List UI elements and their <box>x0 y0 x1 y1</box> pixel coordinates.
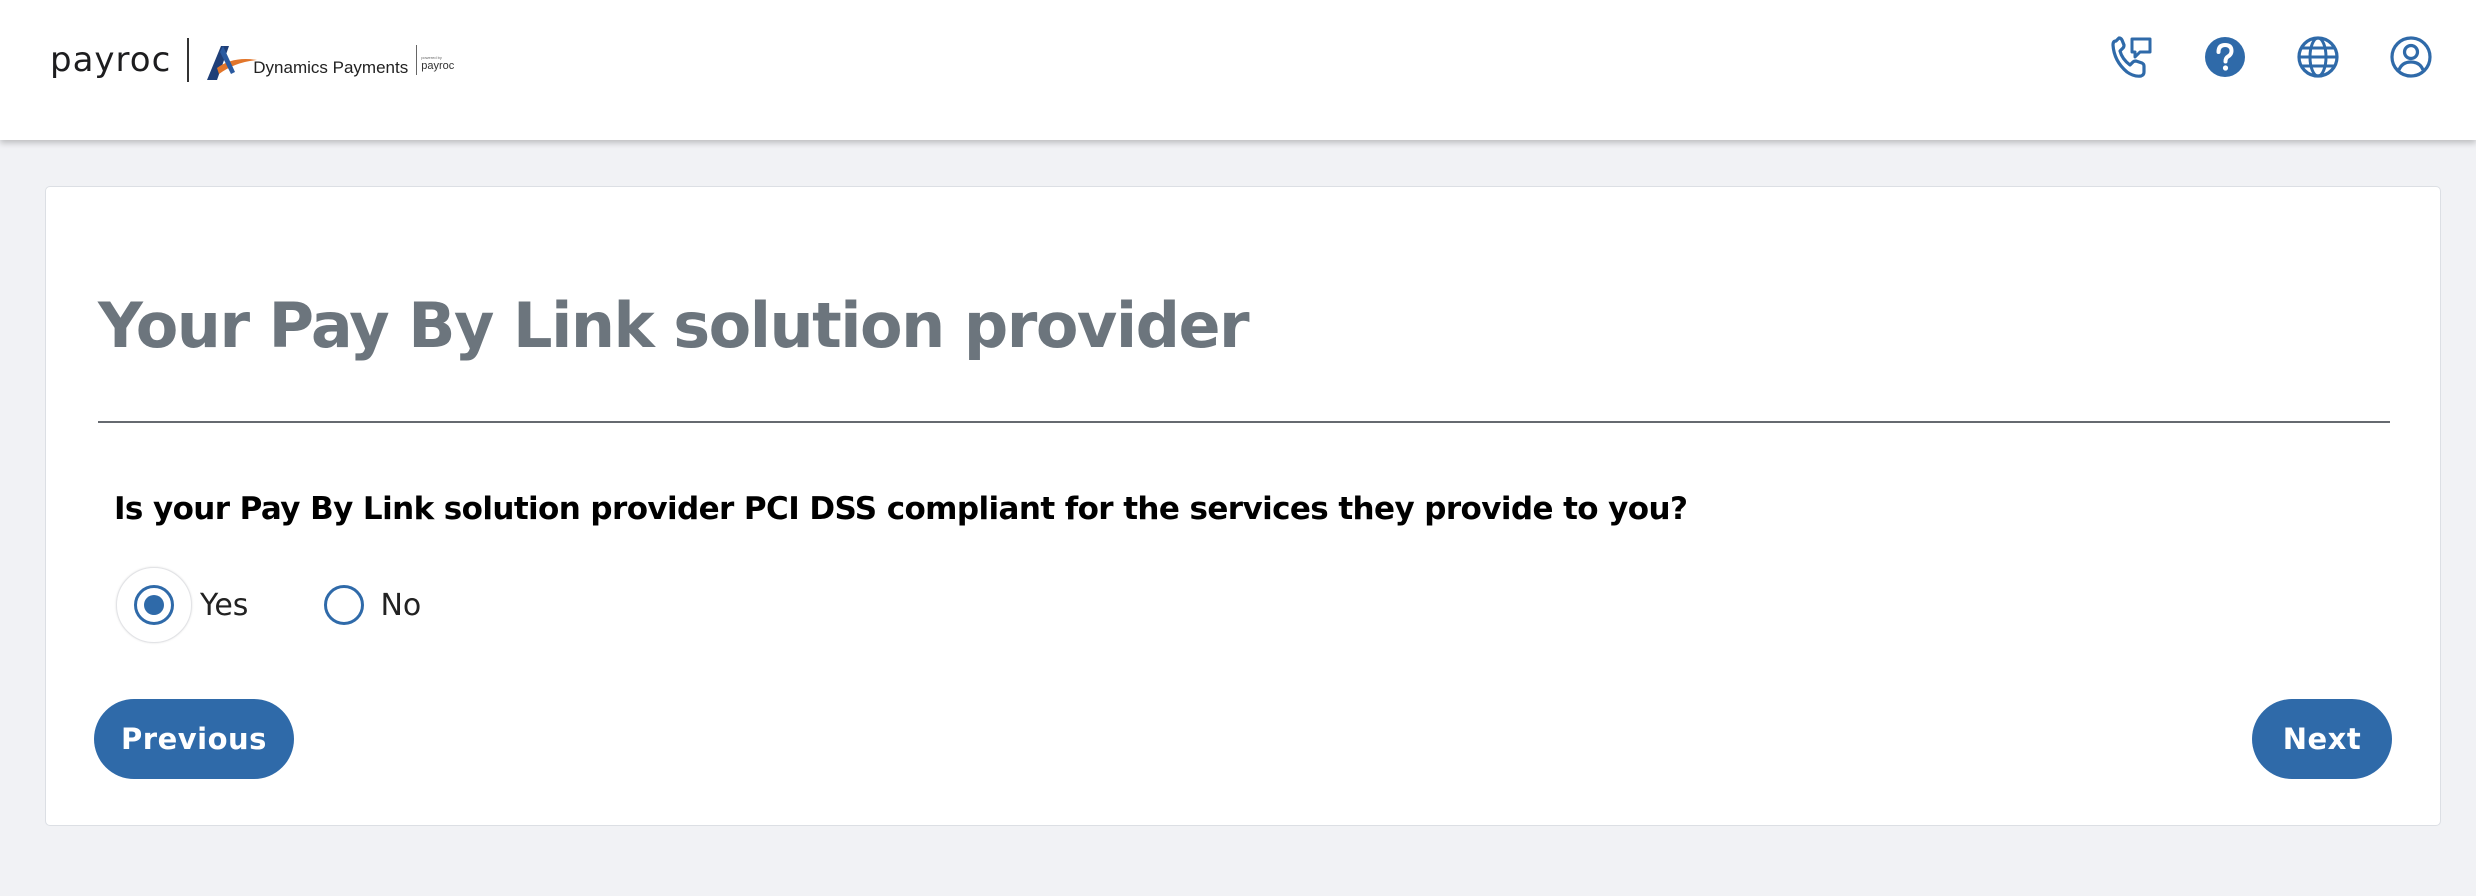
help-icon[interactable] <box>2203 35 2247 79</box>
radio-focus-ring <box>116 567 192 643</box>
support-phone-icon[interactable] <box>2110 35 2154 79</box>
powered-by-brand: payroc <box>421 59 455 72</box>
dynamics-payments-text: Dynamics Payments <box>253 58 409 77</box>
question-text: Is your Pay By Link solution provider PC… <box>114 491 1688 527</box>
header-actions <box>2110 35 2433 79</box>
radio-option-yes[interactable]: Yes <box>116 567 248 643</box>
logo-divider <box>187 38 190 82</box>
radio-selected-dot <box>144 595 164 615</box>
powered-by-payroc: powered by payroc <box>421 55 454 72</box>
title-divider <box>98 421 2390 423</box>
radio-yes-label: Yes <box>200 587 249 623</box>
compliance-radio-group: Yes No <box>116 567 421 643</box>
top-header: payroc Dynamics Payments powered by payr… <box>0 0 2476 140</box>
account-user-icon[interactable] <box>2389 35 2433 79</box>
brand-logo[interactable]: payroc Dynamics Payments powered by payr… <box>50 32 454 88</box>
next-button[interactable]: Next <box>2252 699 2392 779</box>
dynamics-payments-logo: Dynamics Payments powered by payroc <box>203 38 454 82</box>
previous-button[interactable]: Previous <box>94 699 294 779</box>
radio-yes-control[interactable] <box>134 585 174 625</box>
payroc-logo-text: payroc <box>50 40 172 80</box>
radio-no-label: No <box>380 587 422 623</box>
page-title: Your Pay By Link solution provider <box>98 289 1250 362</box>
language-globe-icon[interactable] <box>2296 35 2340 79</box>
dynamics-payments-mark-icon <box>207 46 258 80</box>
partner-divider <box>416 45 418 75</box>
radio-option-no[interactable]: No <box>306 567 421 643</box>
radio-no-control[interactable] <box>324 585 365 625</box>
question-card: Your Pay By Link solution provider Is yo… <box>45 186 2441 826</box>
radio-no-wrapper <box>306 567 382 643</box>
